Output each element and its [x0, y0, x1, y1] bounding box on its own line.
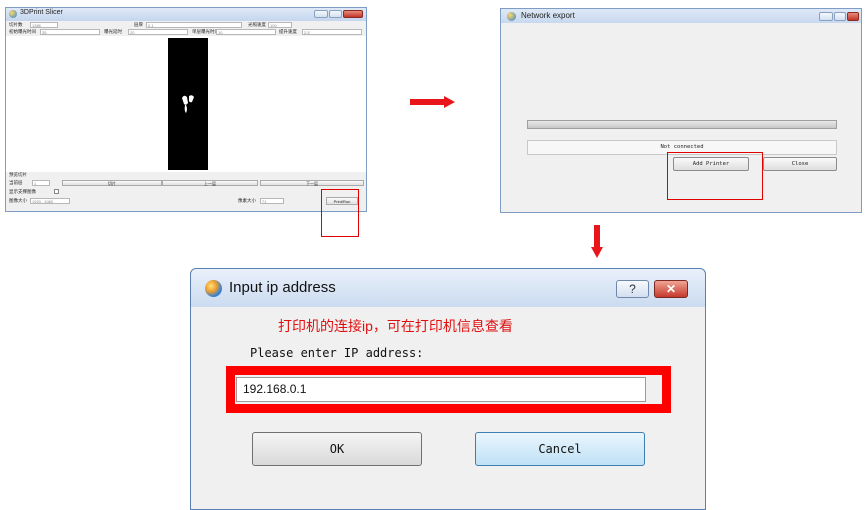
export-progress-bar [527, 120, 837, 129]
previous-layer-button[interactable]: 上一层 [162, 180, 258, 186]
lift-speed-field[interactable]: 2.5 [302, 29, 362, 35]
network-title: Network export [521, 11, 575, 20]
exposure-delay-label: 曝光延时 [104, 29, 122, 34]
exposure-delay-field[interactable]: 20 [128, 29, 188, 35]
preview-slice-heading: 预览切片 [9, 172, 27, 177]
bottom-exposure-field[interactable]: 35 [40, 29, 100, 35]
current-layer-spinner[interactable]: 1 [32, 180, 50, 186]
connection-ip-note: 打印机的连接ip，可在打印机信息查看 [278, 318, 513, 334]
slicer-title: 3DPrint Slicer [20, 9, 63, 16]
network-title-bar: Network export [501, 9, 861, 23]
next-layer-button[interactable]: 下一层 [260, 180, 364, 186]
arrow-down-icon [591, 247, 603, 258]
slicer-window: 3DPrint Slicer 切片数 1386 层厚 0.1 光照速度 100 … [5, 7, 367, 212]
dialog-title: Input ip address [229, 279, 336, 296]
ip-prompt-label: Please enter IP address: [250, 346, 424, 360]
model-cross-section-icon [182, 95, 194, 113]
print-button-highlight [321, 189, 359, 237]
ok-button[interactable]: OK [252, 432, 422, 466]
close-button[interactable] [343, 10, 363, 18]
lift-speed-label: 提升速度 [279, 29, 297, 34]
light-speed-label: 光照速度 [248, 22, 266, 27]
dialog-title-bar: Input ip address ? ✕ [191, 269, 705, 307]
light-speed-field[interactable]: 100 [268, 22, 292, 28]
show-support-label: 显示支撑图像 [9, 189, 36, 194]
show-support-checkbox[interactable] [54, 189, 59, 194]
arrow-down-shaft [594, 225, 600, 248]
add-printer-highlight [667, 152, 763, 200]
bottom-exposure-label: 初始曝光时间 [9, 29, 36, 34]
image-size-field: 1920 , 1080 [30, 198, 70, 204]
image-size-label: 图像大小 [9, 198, 27, 203]
current-layer-label: 当前层 [9, 180, 23, 185]
close-button[interactable] [847, 12, 859, 21]
pixel-size-field: 71 [260, 198, 284, 204]
app-logo-icon [205, 280, 222, 297]
slice-count-label: 切片数 [9, 22, 23, 27]
close-window-button[interactable]: Close [763, 157, 837, 171]
minimize-button[interactable] [819, 12, 833, 21]
cancel-button[interactable]: Cancel [475, 432, 645, 466]
layer-exposure-field[interactable]: 10 [216, 29, 276, 35]
pixel-size-label: 像素大小 [238, 198, 256, 203]
maximize-button[interactable] [329, 10, 342, 18]
app-logo-icon [507, 12, 516, 21]
ip-address-input[interactable]: 192.168.0.1 [236, 377, 646, 402]
slice-count-field[interactable]: 1386 [30, 22, 58, 28]
app-logo-icon [9, 10, 17, 18]
maximize-button[interactable] [834, 12, 846, 21]
layer-exposure-label: 单层曝光时间 [192, 29, 219, 34]
arrow-right-icon [444, 96, 455, 108]
close-button[interactable]: ✕ [654, 280, 688, 298]
slice-button[interactable]: 切片 [62, 180, 162, 186]
layer-thickness-label: 层厚 [134, 22, 143, 27]
slice-preview-image [168, 38, 208, 170]
minimize-button[interactable] [314, 10, 328, 18]
slicer-title-bar: 3DPrint Slicer [6, 8, 366, 21]
layer-thickness-select[interactable]: 0.1 [146, 22, 242, 28]
ip-address-dialog: Input ip address ? ✕ 打印机的连接ip，可在打印机信息查看 … [190, 268, 706, 510]
arrow-right-shaft [410, 99, 444, 105]
help-button[interactable]: ? [616, 280, 649, 298]
